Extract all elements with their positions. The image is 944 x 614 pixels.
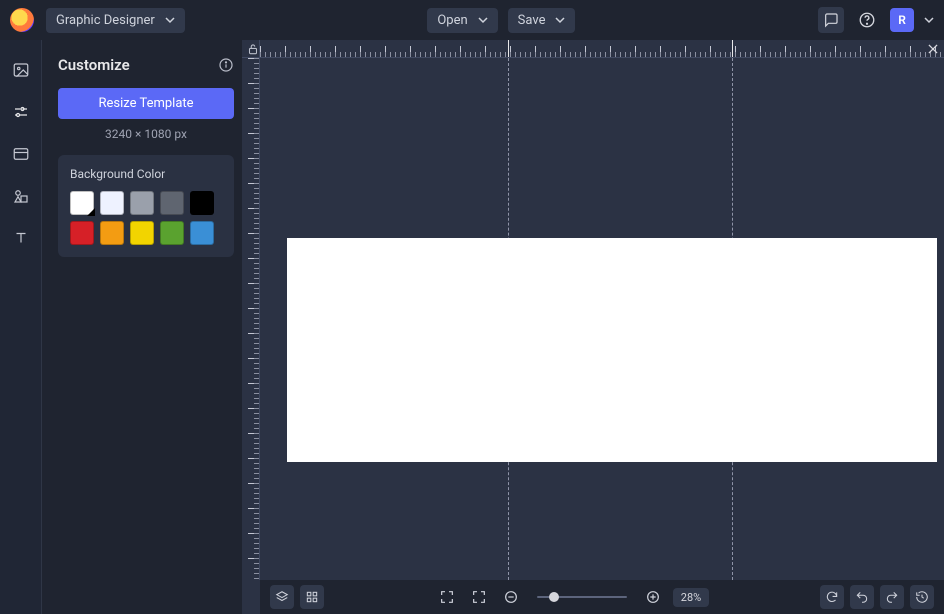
ruler-marker: [732, 40, 733, 58]
background-color-box: Background Color: [58, 155, 234, 257]
ruler-vertical[interactable]: [242, 58, 260, 580]
redo-button[interactable]: [880, 585, 904, 609]
tool-rail: [0, 40, 42, 614]
chat-icon: [823, 12, 839, 28]
zoom-in-button[interactable]: [641, 585, 665, 609]
ruler-horizontal[interactable]: [260, 40, 944, 58]
maximize-icon: [439, 589, 455, 605]
shapes-icon: [12, 187, 30, 205]
chevron-down-icon: [555, 15, 565, 25]
history-icon: [915, 590, 929, 604]
history-button[interactable]: [910, 585, 934, 609]
close-button[interactable]: [926, 42, 940, 56]
rail-text-button[interactable]: [9, 226, 33, 250]
rail-adjust-button[interactable]: [9, 100, 33, 124]
color-swatch[interactable]: [130, 191, 154, 215]
app-title-dropdown[interactable]: Graphic Designer: [46, 8, 185, 33]
app-title: Graphic Designer: [56, 13, 155, 28]
canvas-area: 28%: [242, 40, 944, 614]
info-button[interactable]: [218, 57, 234, 73]
panel-title: Customize: [58, 56, 130, 74]
expand-icon: [471, 589, 487, 605]
fit-screen-button[interactable]: [435, 585, 459, 609]
help-circle-icon: [858, 11, 876, 29]
user-avatar[interactable]: R: [890, 8, 914, 32]
text-icon: [12, 229, 30, 247]
lock-icon[interactable]: [246, 42, 260, 56]
sliders-icon: [12, 103, 30, 121]
color-swatch[interactable]: [70, 221, 94, 245]
chevron-down-icon: [478, 15, 488, 25]
zoom-percentage[interactable]: 28%: [673, 588, 709, 607]
color-swatch[interactable]: [100, 221, 124, 245]
undo-icon: [855, 590, 869, 604]
open-button[interactable]: Open: [427, 8, 497, 33]
color-swatch[interactable]: [160, 191, 184, 215]
rail-shapes-button[interactable]: [9, 184, 33, 208]
info-circle-icon: [218, 57, 234, 73]
zoom-out-button[interactable]: [499, 585, 523, 609]
rail-image-button[interactable]: [9, 58, 33, 82]
layers-icon: [275, 590, 289, 604]
color-swatch[interactable]: [160, 221, 184, 245]
color-swatch[interactable]: [70, 191, 94, 215]
app-logo[interactable]: [10, 8, 34, 32]
artboard[interactable]: [287, 238, 937, 462]
layers-button[interactable]: [270, 585, 294, 609]
undo-button[interactable]: [850, 585, 874, 609]
save-button[interactable]: Save: [508, 8, 576, 33]
ruler-marker: [508, 40, 509, 58]
refresh-icon: [825, 590, 839, 604]
chevron-down-icon: [165, 15, 175, 25]
layout-icon: [12, 145, 30, 163]
minus-circle-icon: [503, 589, 519, 605]
canvas-viewport[interactable]: [260, 58, 944, 580]
redo-icon: [885, 590, 899, 604]
color-swatch[interactable]: [100, 191, 124, 215]
expand-button[interactable]: [467, 585, 491, 609]
grid-icon: [305, 590, 319, 604]
grid-button[interactable]: [300, 585, 324, 609]
close-icon: [926, 42, 940, 56]
refresh-button[interactable]: [820, 585, 844, 609]
color-swatch[interactable]: [130, 221, 154, 245]
canvas-status-bar: 28%: [260, 580, 944, 614]
help-button[interactable]: [854, 7, 880, 33]
template-dimensions: 3240 × 1080 px: [58, 127, 234, 141]
image-icon: [12, 61, 30, 79]
chevron-down-icon[interactable]: [924, 15, 934, 25]
plus-circle-icon: [645, 589, 661, 605]
comments-button[interactable]: [818, 7, 844, 33]
customize-panel: Customize Resize Template 3240 × 1080 px…: [42, 40, 242, 614]
background-color-label: Background Color: [70, 167, 222, 181]
zoom-slider[interactable]: [537, 596, 627, 598]
resize-template-button[interactable]: Resize Template: [58, 88, 234, 119]
rail-frame-button[interactable]: [9, 142, 33, 166]
color-swatch[interactable]: [190, 221, 214, 245]
color-swatch[interactable]: [190, 191, 214, 215]
zoom-thumb[interactable]: [549, 592, 559, 602]
